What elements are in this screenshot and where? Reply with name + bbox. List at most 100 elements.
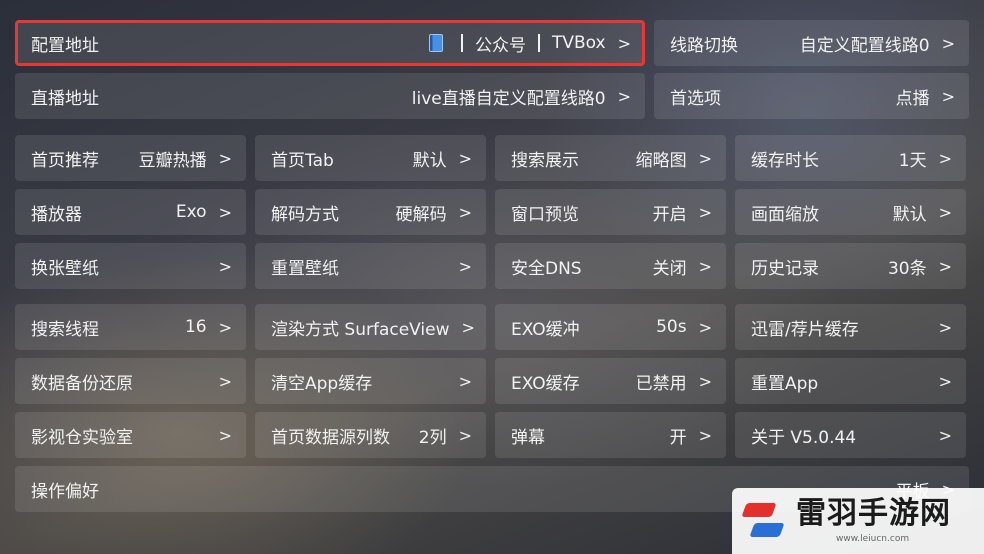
exo-cache-item[interactable]: EXO缓存 已禁用 > [495,358,726,404]
danmaku-value-text: 开 [669,427,687,448]
decode-mode-label: 解码方式 [271,204,339,225]
window-preview-item[interactable]: 窗口预览 开启 > [495,189,726,235]
chevron-right-icon: > [458,371,472,391]
chevron-right-icon: > [218,202,232,222]
reset-wallpaper-value: > [447,257,472,276]
watermark-url: www.leiucn.com [836,533,910,544]
config-address-item[interactable]: 配置地址 公众号 TVBox > [15,20,645,66]
preferences-value-text: 点播 [895,88,930,109]
change-wallpaper-item[interactable]: 换张壁纸 > [15,243,246,289]
exo-buffer-item[interactable]: EXO缓冲 50s > [495,304,726,350]
secure-dns-label: 安全DNS [511,258,582,279]
search-threads-item[interactable]: 搜索线程 16 > [15,304,246,350]
settings-row: 首页推荐 豆瓣热播 > 首页Tab 默认 > 搜索展示 缩略图 > 缓存时长 1天 > [15,135,969,181]
config-address-value: 公众号 TVBox > [428,31,631,56]
settings-row: 换张壁纸 > 重置壁纸 > 安全DNS 关闭 > 历史记录 30条 > [15,243,969,289]
lab-item[interactable]: 影视仓实验室 > [15,412,246,458]
player-value: Exo > [176,202,232,222]
home-tab-value: 默认 > [413,146,472,171]
player-item[interactable]: 播放器 Exo > [15,189,246,235]
lab-label: 影视仓实验室 [31,427,133,448]
render-mode-value: > [450,318,475,337]
decode-mode-item[interactable]: 解码方式 硬解码 > [255,189,486,235]
home-tab-item[interactable]: 首页Tab 默认 > [255,135,486,181]
decode-mode-value: 硬解码 > [396,200,472,225]
home-recommend-item[interactable]: 首页推荐 豆瓣热播 > [15,135,246,181]
chevron-right-icon: > [941,33,955,53]
change-wallpaper-value: > [207,257,232,276]
separator [537,34,540,52]
live-address-item[interactable]: 直播地址 live直播自定义配置线路0 > [15,73,645,119]
data-backup-label: 数据备份还原 [31,373,133,394]
screen-scale-item[interactable]: 画面缩放 默认 > [735,189,966,235]
clear-app-cache-item[interactable]: 清空App缓存 > [255,358,486,404]
line-switch-item[interactable]: 线路切换 自定义配置线路0 > [654,20,969,66]
reset-app-item[interactable]: 重置App > [735,358,966,404]
chevron-right-icon: > [938,371,952,391]
chevron-right-icon: > [218,317,232,337]
reset-wallpaper-item[interactable]: 重置壁纸 > [255,243,486,289]
thunder-cache-item[interactable]: 迅雷/荐片缓存 > [735,304,966,350]
config-address-label: 配置地址 [31,35,99,56]
watermark-logo-icon [740,497,788,545]
thunder-cache-value: > [927,318,952,337]
search-display-value: 缩略图 > [636,146,712,171]
clear-app-cache-value: > [447,372,472,391]
search-display-label: 搜索展示 [511,150,579,171]
data-backup-item[interactable]: 数据备份还原 > [15,358,246,404]
preferences-value: 点播 > [896,84,955,109]
live-address-value-text: live直播自定义配置线路0 [411,88,606,109]
chevron-right-icon: > [938,317,952,337]
chevron-right-icon: > [698,256,712,276]
chevron-right-icon: > [617,86,631,106]
about-value: > [927,426,952,445]
secure-dns-value: 关闭 > [653,254,712,279]
live-address-value: live直播自定义配置线路0 > [412,84,631,109]
reset-wallpaper-label: 重置壁纸 [271,258,339,279]
chevron-right-icon: > [458,148,472,168]
home-columns-item[interactable]: 首页数据源列数 2列 > [255,412,486,458]
line-switch-label: 线路切换 [670,35,738,56]
player-value-text: Exo [175,202,207,222]
preferences-item[interactable]: 首选项 点播 > [654,73,969,119]
cache-duration-value: 1天 > [899,146,952,171]
secure-dns-item[interactable]: 安全DNS 关闭 > [495,243,726,289]
line-switch-value: 自定义配置线路0 > [800,31,955,56]
search-threads-value: 16 > [185,317,232,337]
exo-buffer-value-text: 50s [656,317,687,337]
separator [460,34,463,52]
data-backup-value: > [207,372,232,391]
chevron-right-icon: > [698,371,712,391]
watermark-title: 雷羽手游网 [796,495,951,531]
exo-cache-value-text: 已禁用 [635,373,687,394]
chevron-right-icon: > [698,202,712,222]
decode-mode-value-text: 硬解码 [395,204,447,225]
home-columns-value-text: 2列 [418,427,447,448]
exo-cache-label: EXO缓存 [511,373,580,394]
home-recommend-value-text: 豆瓣热播 [138,150,207,171]
history-item[interactable]: 历史记录 30条 > [735,243,966,289]
reset-app-label: 重置App [751,373,819,394]
clear-app-cache-label: 清空App缓存 [271,373,373,394]
chevron-right-icon: > [938,202,952,222]
preferences-label: 首选项 [670,88,721,109]
search-display-value-text: 缩略图 [635,150,687,171]
exo-cache-value: 已禁用 > [636,369,712,394]
chevron-right-icon: > [461,317,475,337]
danmaku-item[interactable]: 弹幕开 > [495,412,726,458]
chevron-right-icon: > [938,148,952,168]
secure-dns-value-text: 关闭 [652,258,687,279]
render-mode-item[interactable]: 渲染方式 SurfaceView > [255,304,486,350]
search-threads-label: 搜索线程 [31,319,99,340]
line-switch-value-text: 自定义配置线路0 [799,35,930,56]
screen-scale-value-text: 默认 [892,204,927,225]
cache-duration-item[interactable]: 缓存时长 1天 > [735,135,966,181]
danmaku-label: 弹幕 [511,427,545,448]
screen-scale-label: 画面缩放 [751,204,819,225]
reset-app-value: > [927,372,952,391]
search-display-item[interactable]: 搜索展示 缩略图 > [495,135,726,181]
history-value: 30条 > [888,254,952,279]
chevron-right-icon: > [941,86,955,106]
screen-scale-value: 默认 > [893,200,952,225]
about-item[interactable]: 关于 V5.0.44 > [735,412,966,458]
